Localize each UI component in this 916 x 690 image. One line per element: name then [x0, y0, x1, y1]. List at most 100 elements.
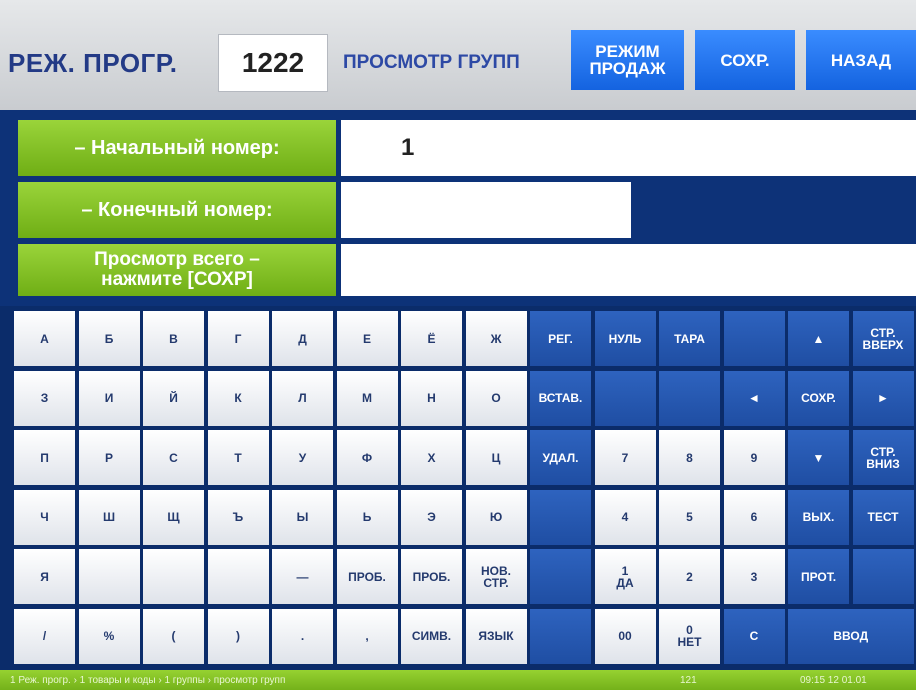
keyboard-key[interactable]: Е — [336, 311, 398, 366]
keyboard-key[interactable]: Й — [143, 370, 204, 426]
keyboard-key[interactable] — [594, 370, 656, 426]
keyboard-key[interactable]: П — [14, 430, 75, 486]
mode-label: РЕЖ. ПРОГР. — [8, 48, 178, 78]
keyboard-key[interactable]: А — [14, 311, 75, 366]
keyboard-key[interactable]: Ш — [78, 489, 140, 545]
keyboard-key[interactable]: ( — [143, 608, 204, 664]
keyboard-key[interactable]: ТАРА — [659, 311, 720, 366]
keyboard-key[interactable]: Ь — [336, 489, 398, 545]
keyboard-key[interactable]: С — [143, 430, 204, 486]
keyboard-key[interactable]: 8 — [659, 430, 720, 486]
keyboard-key[interactable] — [143, 549, 204, 605]
keyboard-key[interactable]: 4 — [594, 489, 656, 545]
keyboard-key[interactable]: 9 — [723, 430, 785, 486]
keyboard-key[interactable]: Ф — [336, 430, 398, 486]
keyboard-key[interactable]: СТР. ВНИЗ — [852, 430, 914, 486]
keyboard-key[interactable]: Э — [401, 489, 462, 545]
keyboard-key[interactable]: ПРОБ. — [401, 549, 462, 605]
keyboard-key[interactable]: ) — [207, 608, 269, 664]
keyboard-key[interactable]: З — [14, 370, 75, 426]
keyboard-key[interactable]: 1 ДА — [594, 549, 656, 605]
keyboard-key[interactable]: Ы — [272, 489, 333, 545]
keyboard-key[interactable]: К — [207, 370, 269, 426]
keyboard-key[interactable]: НУЛЬ — [594, 311, 656, 366]
keyboard-key[interactable]: ПРОТ. — [788, 549, 849, 605]
keyboard-key[interactable]: 3 — [723, 549, 785, 605]
save-button-label: СОХР. — [720, 50, 770, 70]
keyboard-key[interactable]: И — [78, 370, 140, 426]
keyboard-key[interactable]: Я — [14, 549, 75, 605]
keyboard-key[interactable] — [78, 549, 140, 605]
keyboard-key[interactable]: . — [272, 608, 333, 664]
keyboard-key[interactable]: ПРОБ. — [336, 549, 398, 605]
keyboard-key[interactable]: Р — [78, 430, 140, 486]
view-all-field — [341, 244, 916, 296]
keyboard-key[interactable]: ВВОД — [788, 608, 914, 664]
status-code: 121 — [680, 674, 697, 686]
keyboard-key[interactable] — [723, 311, 785, 366]
keyboard-key[interactable]: 00 — [594, 608, 656, 664]
keyboard-key[interactable]: НОВ. СТР. — [465, 549, 527, 605]
keyboard-key[interactable] — [207, 549, 269, 605]
keyboard-key[interactable]: Т — [207, 430, 269, 486]
keyboard-key[interactable]: 2 — [659, 549, 720, 605]
keyboard-key[interactable]: ► — [852, 370, 914, 426]
keyboard-key[interactable] — [659, 370, 720, 426]
keyboard-key[interactable]: 6 — [723, 489, 785, 545]
keyboard-key[interactable]: , — [336, 608, 398, 664]
keyboard-key[interactable]: Ё — [401, 311, 462, 366]
sales-mode-button-label: РЕЖИМ ПРОДАЖ — [589, 42, 666, 78]
keyboard-key[interactable]: РЕГ. — [530, 311, 591, 366]
keyboard-key[interactable]: ◄ — [723, 370, 785, 426]
save-button[interactable]: СОХР. — [695, 30, 795, 90]
keyboard-key[interactable]: Ц — [465, 430, 527, 486]
keyboard-key[interactable] — [852, 549, 914, 605]
keyboard-key[interactable]: М — [336, 370, 398, 426]
keyboard-key[interactable]: ВСТАВ. — [530, 370, 591, 426]
keyboard-key[interactable]: Ю — [465, 489, 527, 545]
keyboard-key[interactable]: — — [272, 549, 333, 605]
keyboard-key[interactable]: Г — [207, 311, 269, 366]
keyboard-key[interactable]: СТР. ВВЕРХ — [852, 311, 914, 366]
keyboard-key[interactable]: ЯЗЫК — [465, 608, 527, 664]
status-bar: 1 Реж. прогр. › 1 товары и коды › 1 груп… — [0, 670, 916, 690]
keyboard-key[interactable]: У — [272, 430, 333, 486]
keyboard-key[interactable]: С — [723, 608, 785, 664]
keyboard-key[interactable]: 5 — [659, 489, 720, 545]
back-button[interactable]: НАЗАД — [806, 30, 916, 90]
status-path: 1 Реж. прогр. › 1 товары и коды › 1 груп… — [10, 674, 286, 686]
keyboard-key[interactable] — [530, 489, 591, 545]
keyboard-key[interactable]: ВЫХ. — [788, 489, 849, 545]
status-clock: 09:15 12 01.01 — [800, 674, 867, 686]
keyboard-key[interactable]: Ъ — [207, 489, 269, 545]
keyboard-key[interactable]: СИМВ. — [401, 608, 462, 664]
keyboard-key[interactable]: УДАЛ. — [530, 430, 591, 486]
keyboard-key[interactable]: ТЕСТ — [852, 489, 914, 545]
view-all-label: Просмотр всего – нажмите [СОХР] — [18, 244, 336, 296]
keyboard-key[interactable]: ▼ — [788, 430, 849, 486]
keyboard-key[interactable]: СОХР. — [788, 370, 849, 426]
start-number-field[interactable]: 1 — [341, 120, 916, 176]
keyboard-key[interactable]: % — [78, 608, 140, 664]
keyboard-key[interactable]: Х — [401, 430, 462, 486]
keyboard-key[interactable]: 7 — [594, 430, 656, 486]
keyboard-key[interactable]: В — [143, 311, 204, 366]
keyboard-key[interactable]: ▲ — [788, 311, 849, 366]
keyboard-key[interactable]: 0 НЕТ — [659, 608, 720, 664]
keyboard-key[interactable] — [530, 608, 591, 664]
keyboard-key[interactable]: Д — [272, 311, 333, 366]
sales-mode-button[interactable]: РЕЖИМ ПРОДАЖ — [571, 30, 684, 90]
keyboard-key[interactable]: Н — [401, 370, 462, 426]
keyboard-key[interactable]: Ж — [465, 311, 527, 366]
keyboard-key[interactable]: О — [465, 370, 527, 426]
screen-title: ПРОСМОТР ГРУПП — [343, 52, 520, 73]
keyboard-key[interactable]: Л — [272, 370, 333, 426]
keyboard-key[interactable]: Щ — [143, 489, 204, 545]
end-number-field[interactable] — [341, 182, 631, 238]
back-button-label: НАЗАД — [830, 50, 892, 70]
keyboard-key[interactable] — [530, 549, 591, 605]
keyboard-key[interactable]: Б — [78, 311, 140, 366]
keyboard-key[interactable]: Ч — [14, 489, 75, 545]
start-number-label: – Начальный номер: — [18, 120, 336, 176]
keyboard-key[interactable]: / — [14, 608, 75, 664]
